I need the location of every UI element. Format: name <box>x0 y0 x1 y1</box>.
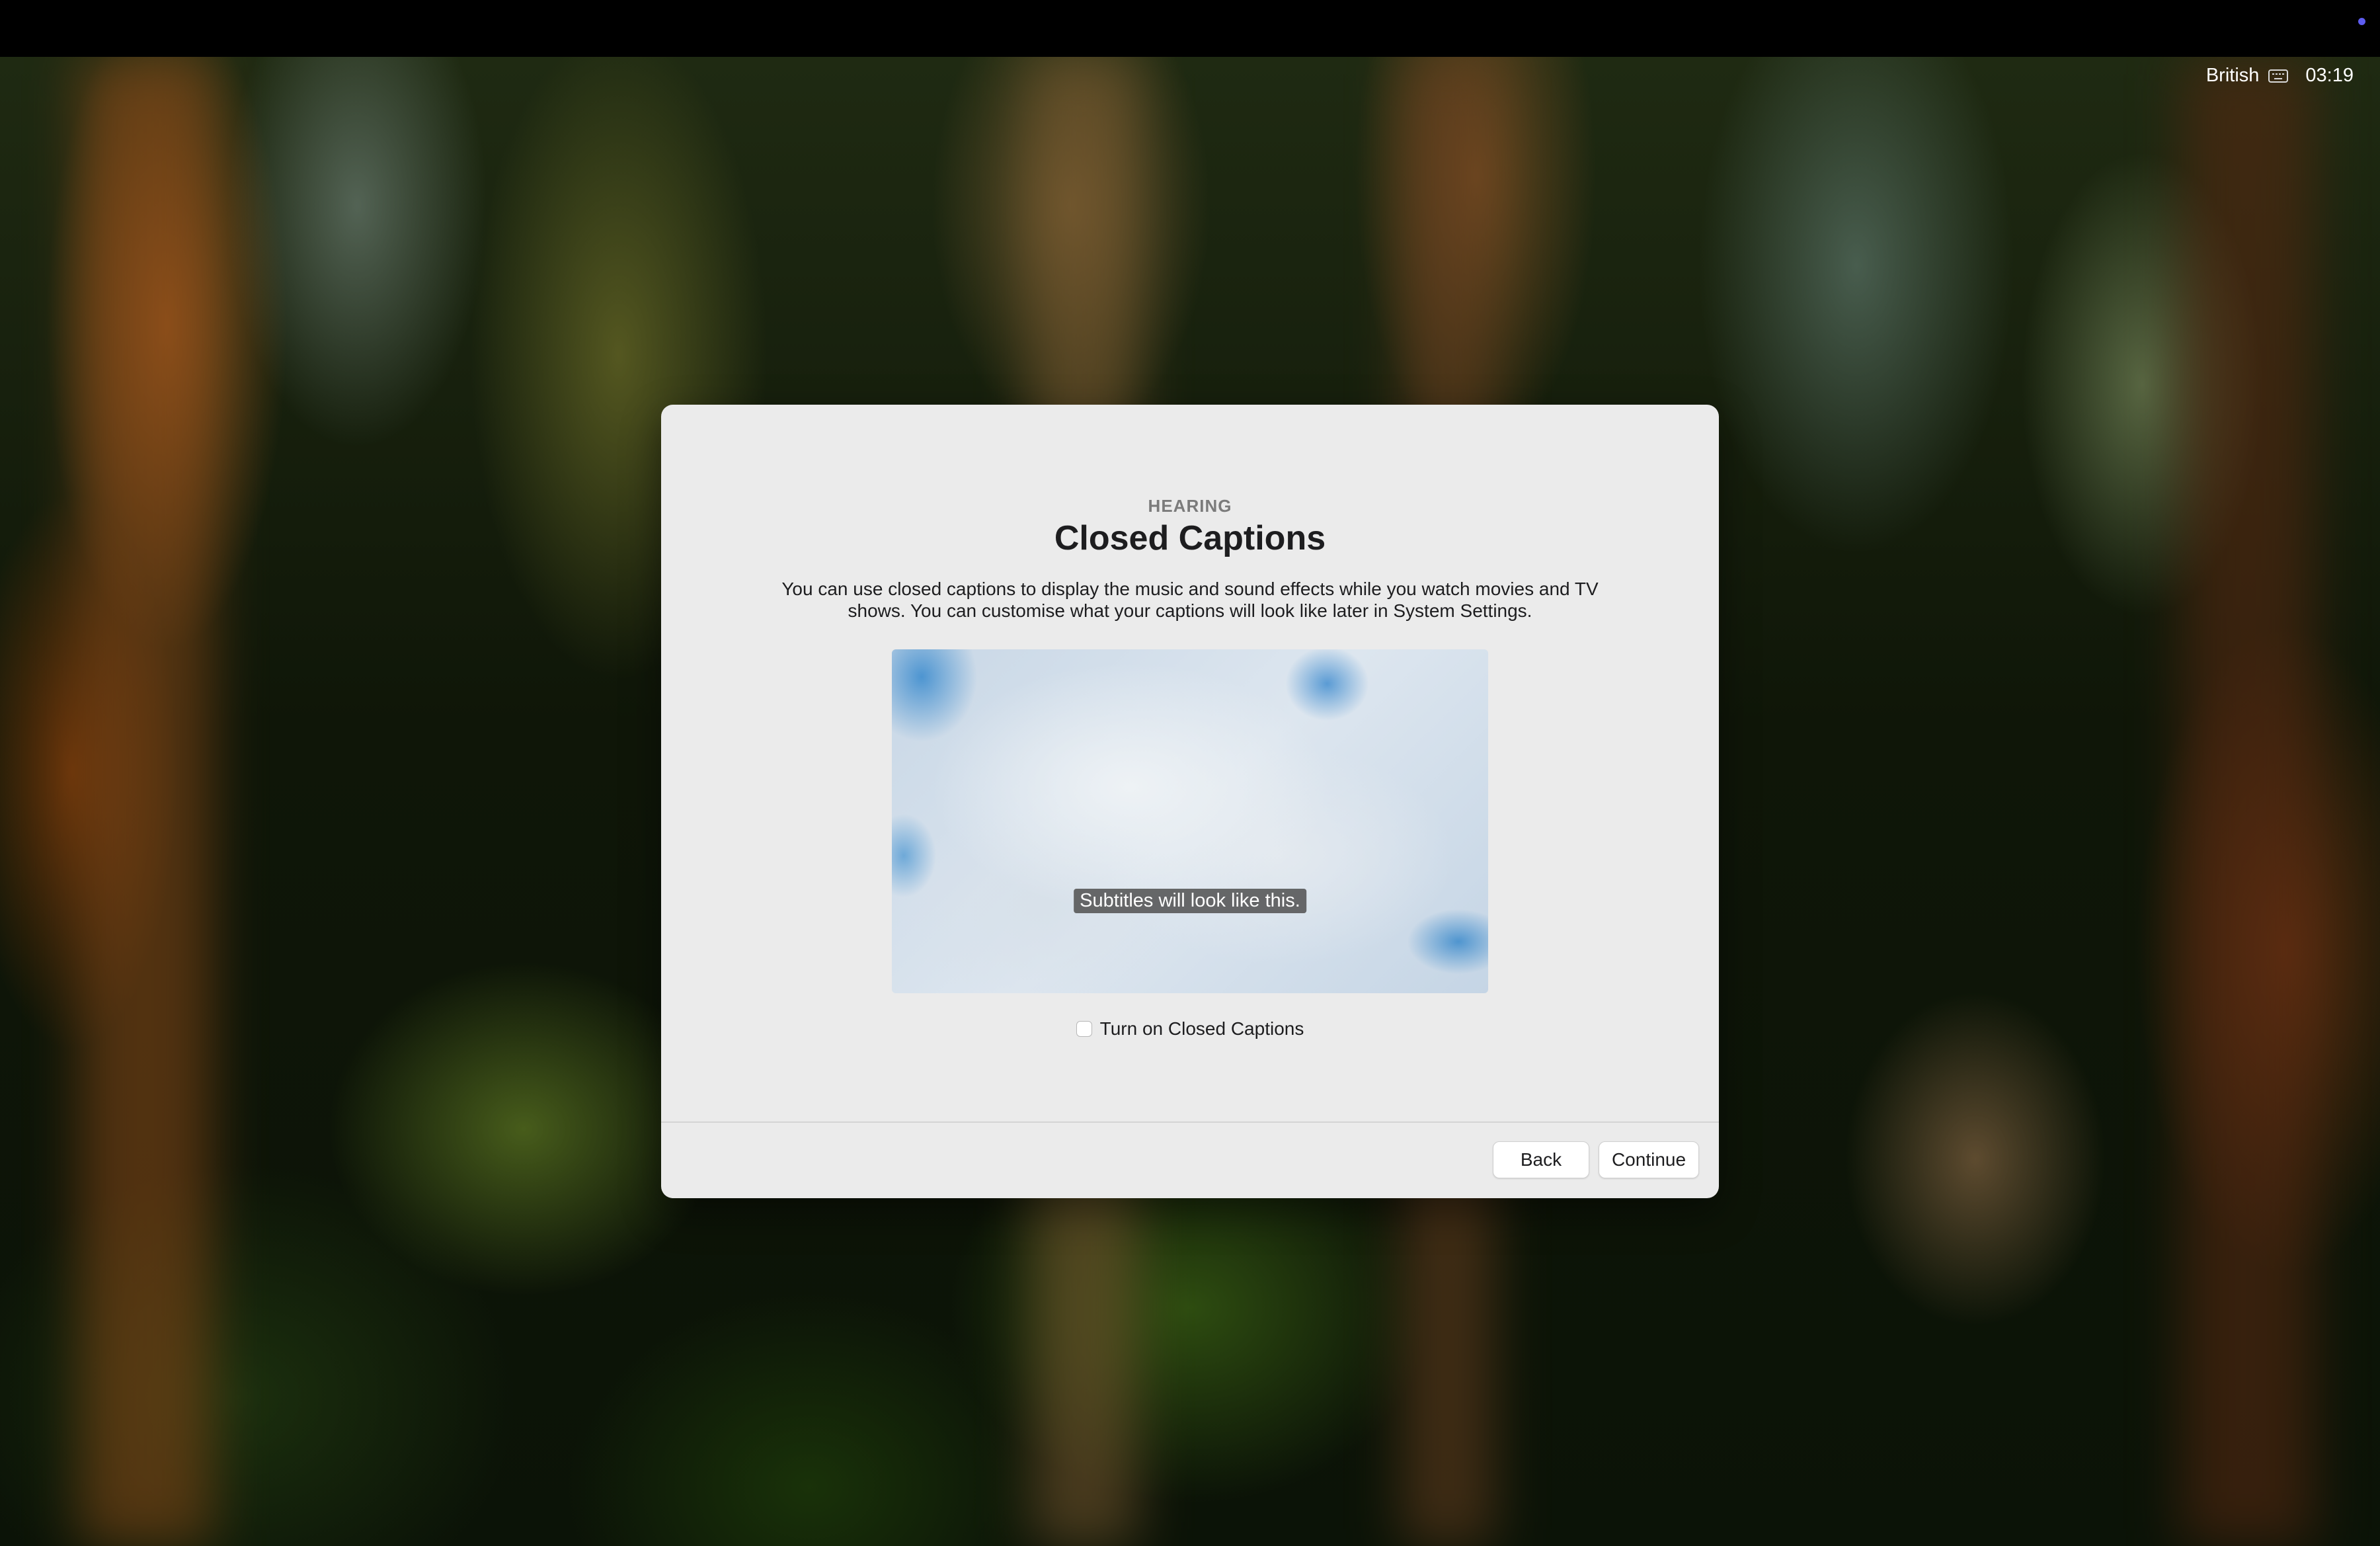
setup-assistant-dialog: HEARING Closed Captions You can use clos… <box>661 405 1719 1198</box>
input-source-label: British <box>2205 65 2260 86</box>
footer-divider <box>661 1121 1719 1123</box>
closed-captions-checkbox[interactable] <box>1076 1021 1092 1037</box>
caption-preview-image: Subtitles will look like this. <box>892 649 1488 993</box>
status-area: British 03:19 <box>2206 65 2354 87</box>
subtitle-sample: Subtitles will look like this. <box>1074 889 1306 913</box>
back-button[interactable]: Back <box>1493 1141 1589 1178</box>
footer-buttons: Back Continue <box>1493 1141 1699 1178</box>
wallpaper-streak <box>79 57 212 1546</box>
keyboard-icon <box>2268 69 2289 83</box>
recording-indicator-dot <box>2358 18 2365 25</box>
closed-captions-option[interactable]: Turn on Closed Captions <box>661 1018 1719 1039</box>
continue-button[interactable]: Continue <box>1599 1141 1699 1178</box>
page-title: Closed Captions <box>1054 519 1326 557</box>
clock: 03:19 <box>2305 65 2354 86</box>
top-bar <box>0 0 2380 57</box>
input-source-menu[interactable]: British <box>2206 65 2289 87</box>
closed-captions-checkbox-label[interactable]: Turn on Closed Captions <box>1100 1018 1304 1039</box>
section-label: HEARING <box>1148 496 1232 516</box>
description-text: You can use closed captions to display t… <box>781 579 1599 621</box>
wallpaper-streak <box>2182 57 2314 1546</box>
